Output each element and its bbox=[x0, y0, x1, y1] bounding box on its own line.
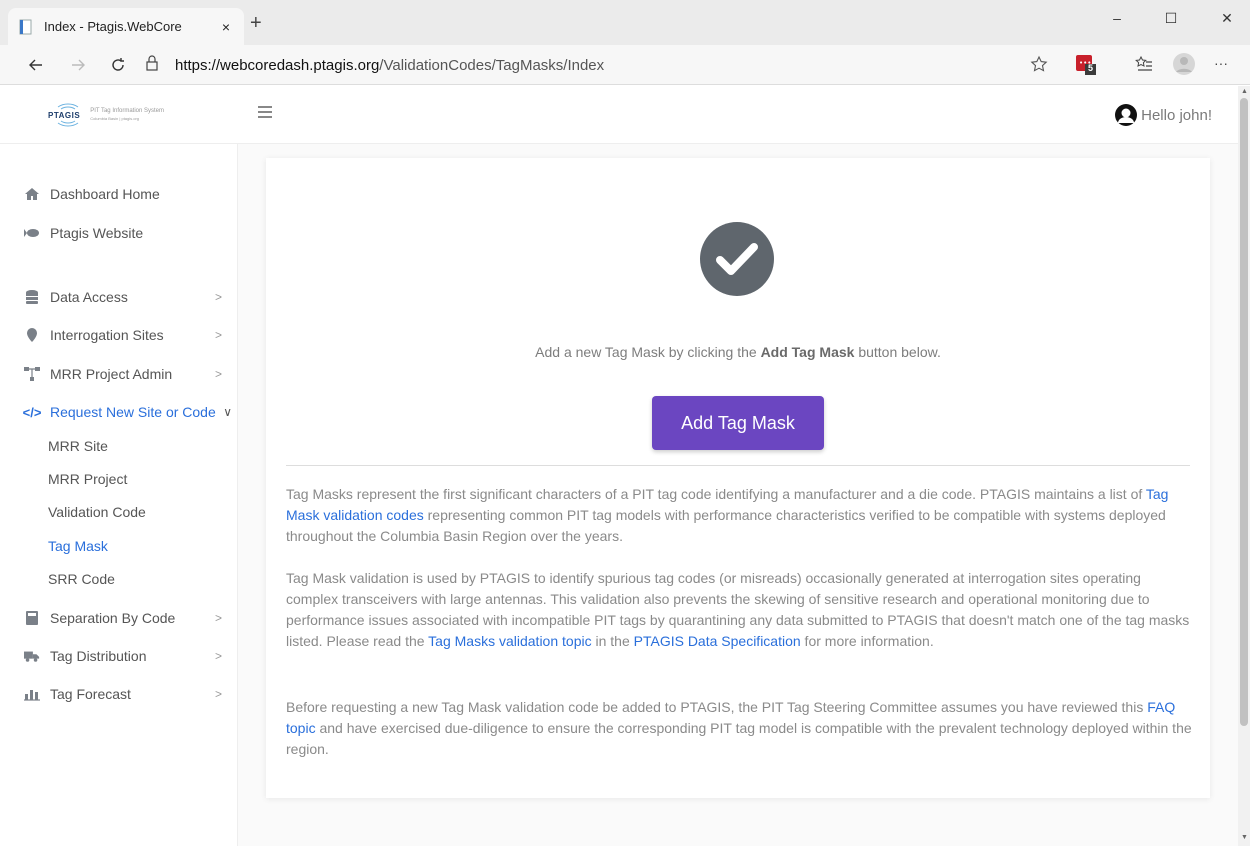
sidebar-item-label: MRR Project Admin bbox=[50, 366, 173, 382]
lead-text-suffix: button below. bbox=[854, 344, 941, 360]
sidebar-item-tag-distribution[interactable]: Tag Distribution > bbox=[24, 644, 234, 668]
sidebar-subitem-srr-code[interactable]: SRR Code bbox=[48, 569, 115, 589]
sidebar-subitem-tag-mask[interactable]: Tag Mask bbox=[48, 536, 108, 556]
sidebar-item-label: Tag Distribution bbox=[50, 648, 147, 664]
sidebar-item-label: Request New Site or Code bbox=[50, 404, 216, 420]
sidebar-item-mrr-project-admin[interactable]: MRR Project Admin > bbox=[24, 362, 234, 386]
sitemap-icon bbox=[24, 366, 40, 382]
chart-icon bbox=[24, 686, 40, 702]
scroll-down-icon[interactable]: ▼ bbox=[1241, 834, 1248, 841]
code-icon: </> bbox=[22, 404, 42, 420]
sidebar-item-separation-by-code[interactable]: Separation By Code > bbox=[24, 606, 234, 630]
favorite-star-icon[interactable] bbox=[1030, 55, 1048, 78]
more-menu-button[interactable]: ··· bbox=[1214, 55, 1228, 71]
tag-mask-card: Add a new Tag Mask by clicking the Add T… bbox=[266, 158, 1210, 798]
chevron-right-icon: > bbox=[214, 687, 222, 701]
sidebar-item-label: Interrogation Sites bbox=[50, 327, 164, 343]
lead-text-prefix: Add a new Tag Mask by clicking the bbox=[535, 344, 761, 360]
calculator-icon bbox=[24, 610, 40, 626]
tag-masks-validation-topic-link[interactable]: Tag Masks validation topic bbox=[428, 633, 591, 649]
url-bar[interactable]: https://webcoredash.ptagis.org/Validatio… bbox=[145, 50, 1055, 80]
tab-close-icon[interactable]: × bbox=[218, 19, 234, 35]
ptagis-data-specification-link[interactable]: PTAGIS Data Specification bbox=[634, 633, 801, 649]
paragraph-tag-masks-intro: Tag Masks represent the first significan… bbox=[286, 484, 1196, 547]
fish-icon bbox=[24, 225, 40, 241]
sidebar-subitem-validation-code[interactable]: Validation Code bbox=[48, 502, 146, 522]
ptagis-logo[interactable]: PTAGIS PIT Tag Information System Columb… bbox=[48, 96, 218, 134]
sidebar-item-request-new-site-or-code[interactable]: </> Request New Site or Code ∨ bbox=[22, 400, 234, 424]
extension-badge: 5 bbox=[1088, 63, 1094, 73]
profile-avatar-icon[interactable] bbox=[1172, 52, 1196, 81]
browser-tab-bar: Index - Ptagis.WebCore × + – ☐ ✕ bbox=[0, 0, 1250, 45]
app-header: PTAGIS PIT Tag Information System Columb… bbox=[0, 86, 1238, 144]
chevron-right-icon: > bbox=[214, 290, 222, 304]
lead-instruction: Add a new Tag Mask by clicking the Add T… bbox=[266, 344, 1210, 360]
sidebar-item-label: Ptagis Website bbox=[50, 225, 144, 241]
p1-text-a: Tag Masks represent the first significan… bbox=[286, 486, 1146, 502]
sidebar-subitem-mrr-project[interactable]: MRR Project bbox=[48, 469, 127, 489]
lead-text-bold: Add Tag Mask bbox=[760, 344, 855, 360]
logo-subtitle-line-1: PIT Tag Information System bbox=[90, 108, 164, 114]
logo-subtitle-line-2: Columbia Basin | ptagis.org bbox=[90, 116, 140, 121]
paragraph-tag-mask-validation: Tag Mask validation is used by PTAGIS to… bbox=[286, 568, 1196, 652]
section-divider bbox=[286, 465, 1190, 466]
p2-text-c: for more information. bbox=[800, 633, 934, 649]
window-close-button[interactable]: ✕ bbox=[1212, 10, 1242, 27]
p3-text-a: Before requesting a new Tag Mask validat… bbox=[286, 699, 1148, 715]
address-bar: https://webcoredash.ptagis.org/Validatio… bbox=[0, 45, 1250, 85]
logo-subtitle: PIT Tag Information System Columbia Basi… bbox=[90, 107, 164, 123]
truck-icon bbox=[24, 648, 40, 664]
url-path: /ValidationCodes/TagMasks/Index bbox=[379, 56, 605, 74]
sidebar-item-ptagis-website[interactable]: Ptagis Website bbox=[24, 221, 234, 245]
page-scrollbar[interactable]: ▲ ▼ bbox=[1238, 86, 1250, 846]
sidebar-item-interrogation-sites[interactable]: Interrogation Sites > bbox=[24, 323, 234, 347]
forward-icon[interactable] bbox=[66, 53, 90, 77]
sidebar-item-label: Tag Forecast bbox=[50, 686, 131, 702]
database-icon bbox=[24, 289, 40, 305]
main-content: Add a new Tag Mask by clicking the Add T… bbox=[238, 144, 1238, 846]
sidebar-item-data-access[interactable]: Data Access > bbox=[24, 285, 234, 309]
menu-toggle-icon[interactable] bbox=[258, 106, 272, 120]
minimize-button[interactable]: – bbox=[1102, 10, 1132, 26]
extension-icon[interactable]: ••• 5 bbox=[1076, 55, 1098, 82]
sidebar-item-tag-forecast[interactable]: Tag Forecast > bbox=[24, 682, 234, 706]
refresh-icon[interactable] bbox=[106, 53, 130, 77]
scroll-up-icon[interactable]: ▲ bbox=[1241, 88, 1248, 95]
new-tab-button[interactable]: + bbox=[250, 13, 262, 33]
favorites-list-icon[interactable] bbox=[1135, 55, 1153, 78]
chevron-right-icon: > bbox=[214, 649, 222, 663]
lock-icon bbox=[145, 54, 165, 76]
chevron-right-icon: > bbox=[214, 328, 222, 342]
sidebar-item-label: Dashboard Home bbox=[50, 186, 160, 202]
map-pin-icon bbox=[24, 327, 40, 343]
page-favicon-icon bbox=[18, 19, 34, 35]
chevron-right-icon: > bbox=[214, 611, 222, 625]
url-text: https://webcoredash.ptagis.org/Validatio… bbox=[175, 57, 604, 74]
user-menu[interactable]: Hello john! bbox=[1113, 104, 1212, 126]
user-greeting: Hello john! bbox=[1141, 106, 1212, 124]
chevron-right-icon: > bbox=[214, 367, 222, 381]
browser-tab[interactable]: Index - Ptagis.WebCore × bbox=[8, 8, 244, 45]
sidebar: Dashboard Home Ptagis Website Data Acces… bbox=[0, 144, 238, 846]
home-icon bbox=[24, 186, 40, 202]
url-host: https://webcoredash.ptagis.org bbox=[175, 56, 380, 74]
user-avatar-icon bbox=[1115, 104, 1138, 126]
sidebar-subitem-mrr-site[interactable]: MRR Site bbox=[48, 436, 108, 456]
maximize-button[interactable]: ☐ bbox=[1156, 10, 1186, 27]
add-tag-mask-button[interactable]: Add Tag Mask bbox=[652, 396, 824, 450]
sidebar-item-dashboard-home[interactable]: Dashboard Home bbox=[24, 182, 234, 206]
sidebar-item-label: Data Access bbox=[50, 289, 128, 305]
sidebar-item-label: Separation By Code bbox=[50, 610, 176, 626]
scrollbar-thumb[interactable] bbox=[1240, 98, 1248, 726]
checkmark-circle-icon bbox=[700, 222, 774, 296]
chevron-down-icon: ∨ bbox=[223, 405, 232, 419]
paragraph-before-requesting: Before requesting a new Tag Mask validat… bbox=[286, 697, 1196, 760]
p3-text-b: and have exercised due-diligence to ensu… bbox=[286, 720, 1192, 757]
logo-mark: PTAGIS bbox=[48, 102, 80, 127]
tab-title: Index - Ptagis.WebCore bbox=[44, 19, 182, 34]
p2-text-b: in the bbox=[591, 633, 634, 649]
back-icon[interactable] bbox=[24, 53, 48, 77]
